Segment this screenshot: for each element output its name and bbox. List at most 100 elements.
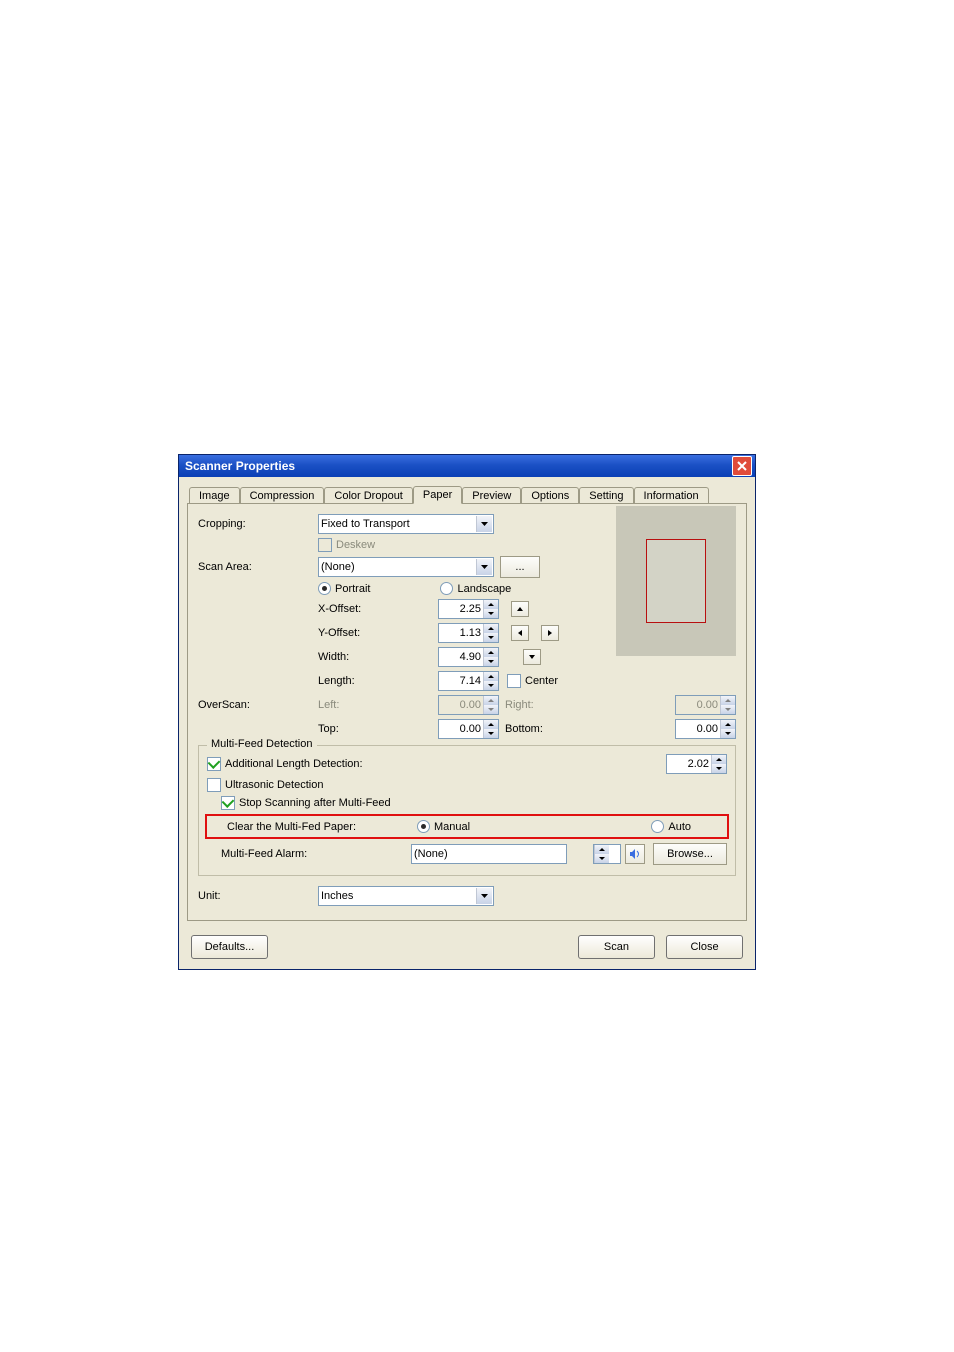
spin-up-icon[interactable] bbox=[484, 672, 498, 681]
width-value: 4.90 bbox=[439, 648, 483, 666]
spin-up-icon[interactable] bbox=[712, 755, 726, 764]
nav-right-button[interactable] bbox=[541, 625, 559, 641]
ultrasonic-label: Ultrasonic Detection bbox=[225, 779, 323, 791]
unit-dropdown[interactable]: Inches bbox=[318, 886, 494, 906]
xoffset-value: 2.25 bbox=[439, 600, 483, 618]
browse-button[interactable]: Browse... bbox=[653, 843, 727, 865]
width-spinner[interactable]: 4.90 bbox=[438, 647, 499, 667]
titlebar: Scanner Properties bbox=[179, 455, 755, 477]
client-area: Image Compression Color Dropout Paper Pr… bbox=[179, 477, 755, 969]
additional-length-checkbox[interactable]: Additional Length Detection: bbox=[207, 757, 363, 771]
spin-down-icon[interactable] bbox=[484, 633, 498, 642]
spin-up-icon[interactable] bbox=[484, 648, 498, 657]
tab-information[interactable]: Information bbox=[634, 487, 709, 504]
tab-panel-paper: Cropping: Fixed to Transport Deskew Scan… bbox=[187, 503, 747, 921]
overscan-label: OverScan: bbox=[198, 699, 318, 711]
alarm-value: (None) bbox=[414, 848, 448, 860]
nav-up-button[interactable] bbox=[511, 601, 529, 617]
overscan-top-label: Top: bbox=[318, 723, 438, 735]
spin-down-icon[interactable] bbox=[484, 657, 498, 666]
chevron-down-icon bbox=[476, 559, 492, 575]
spin-down-icon[interactable] bbox=[484, 681, 498, 690]
spin-down-icon[interactable] bbox=[484, 609, 498, 618]
scan-area-more-button[interactable]: ... bbox=[500, 556, 540, 578]
cropping-value: Fixed to Transport bbox=[321, 518, 476, 530]
length-value: 7.14 bbox=[439, 672, 483, 690]
spin-down-icon bbox=[484, 705, 498, 714]
portrait-label: Portrait bbox=[335, 583, 370, 595]
cropping-dropdown[interactable]: Fixed to Transport bbox=[318, 514, 494, 534]
yoffset-label: Y-Offset: bbox=[318, 627, 438, 639]
spin-up-icon[interactable] bbox=[484, 600, 498, 609]
scan-button[interactable]: Scan bbox=[578, 935, 655, 959]
tab-paper[interactable]: Paper bbox=[413, 486, 462, 504]
multifeed-group: Multi-Feed Detection Additional Length D… bbox=[198, 745, 736, 876]
spin-down-icon[interactable] bbox=[721, 729, 735, 738]
manual-radio[interactable]: Manual bbox=[417, 820, 470, 833]
tab-preview[interactable]: Preview bbox=[462, 487, 521, 504]
multifeed-legend: Multi-Feed Detection bbox=[207, 738, 317, 750]
close-button[interactable]: Close bbox=[666, 935, 743, 959]
spin-up-icon[interactable] bbox=[484, 624, 498, 633]
spin-up-icon bbox=[484, 696, 498, 705]
center-checkbox[interactable]: Center bbox=[507, 674, 558, 688]
scan-area-dropdown[interactable]: (None) bbox=[318, 557, 494, 577]
unit-value: Inches bbox=[321, 890, 476, 902]
center-label: Center bbox=[525, 675, 558, 687]
overscan-bottom-value: 0.00 bbox=[676, 720, 720, 738]
tab-compression[interactable]: Compression bbox=[240, 487, 325, 504]
alarm-field[interactable]: (None) bbox=[411, 844, 567, 864]
nav-left-button[interactable] bbox=[511, 625, 529, 641]
spin-down-icon[interactable] bbox=[712, 764, 726, 773]
scanner-properties-window: Scanner Properties Image Compression Col… bbox=[178, 454, 756, 970]
tab-setting[interactable]: Setting bbox=[579, 487, 633, 504]
overscan-left-label: Left: bbox=[318, 699, 438, 711]
spin-down-icon[interactable] bbox=[484, 729, 498, 738]
landscape-radio[interactable]: Landscape bbox=[440, 582, 511, 595]
spin-up-icon[interactable] bbox=[595, 845, 609, 854]
spin-up-icon bbox=[721, 696, 735, 705]
window-title: Scanner Properties bbox=[185, 459, 732, 473]
tabstrip: Image Compression Color Dropout Paper Pr… bbox=[187, 483, 747, 503]
tab-options[interactable]: Options bbox=[521, 487, 579, 504]
length-spinner[interactable]: 7.14 bbox=[438, 671, 499, 691]
additional-length-spinner[interactable]: 2.02 bbox=[666, 754, 727, 774]
offset-nav-d bbox=[523, 649, 541, 665]
yoffset-value: 1.13 bbox=[439, 624, 483, 642]
preview-page-outline bbox=[646, 539, 706, 623]
offset-nav bbox=[511, 601, 529, 617]
xoffset-spinner[interactable]: 2.25 bbox=[438, 599, 499, 619]
yoffset-spinner[interactable]: 1.13 bbox=[438, 623, 499, 643]
overscan-right-value: 0.00 bbox=[676, 696, 720, 714]
speaker-icon[interactable] bbox=[625, 844, 645, 864]
overscan-top-value: 0.00 bbox=[439, 720, 483, 738]
scan-area-value: (None) bbox=[321, 561, 476, 573]
tab-image[interactable]: Image bbox=[189, 487, 240, 504]
ultrasonic-checkbox[interactable]: Ultrasonic Detection bbox=[207, 778, 323, 792]
unit-label: Unit: bbox=[198, 890, 318, 902]
tab-color-dropout[interactable]: Color Dropout bbox=[324, 487, 412, 504]
nav-down-button[interactable] bbox=[523, 649, 541, 665]
portrait-radio[interactable]: Portrait bbox=[318, 582, 370, 595]
stop-scanning-checkbox[interactable]: Stop Scanning after Multi-Feed bbox=[221, 796, 391, 810]
clear-multifed-highlight: Clear the Multi-Fed Paper: Manual Auto bbox=[205, 814, 729, 839]
overscan-bottom-label: Bottom: bbox=[505, 723, 565, 735]
alarm-label: Multi-Feed Alarm: bbox=[221, 848, 411, 860]
xoffset-label: X-Offset: bbox=[318, 603, 438, 615]
auto-radio[interactable]: Auto bbox=[651, 820, 691, 833]
chevron-down-icon bbox=[476, 516, 492, 532]
spin-up-icon[interactable] bbox=[721, 720, 735, 729]
auto-label: Auto bbox=[668, 821, 691, 833]
overscan-bottom-spinner[interactable]: 0.00 bbox=[675, 719, 736, 739]
defaults-button[interactable]: Defaults... bbox=[191, 935, 268, 959]
spin-up-icon[interactable] bbox=[484, 720, 498, 729]
alarm-spinner[interactable] bbox=[593, 844, 621, 864]
close-icon[interactable] bbox=[732, 456, 752, 476]
length-label: Length: bbox=[318, 675, 438, 687]
spin-down-icon[interactable] bbox=[595, 854, 609, 863]
button-row: Defaults... Scan Close bbox=[187, 935, 747, 959]
overscan-top-spinner[interactable]: 0.00 bbox=[438, 719, 499, 739]
width-label: Width: bbox=[318, 651, 438, 663]
chevron-down-icon bbox=[476, 888, 492, 904]
overscan-right-label: Right: bbox=[505, 699, 565, 711]
